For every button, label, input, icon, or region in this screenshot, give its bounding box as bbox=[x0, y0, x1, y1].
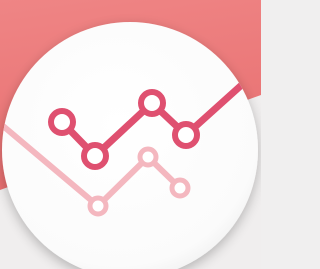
secondary-point bbox=[87, 195, 109, 217]
primary-point bbox=[48, 108, 76, 136]
secondary-point bbox=[137, 146, 159, 168]
icon-circle bbox=[2, 22, 258, 269]
primary-point bbox=[172, 121, 200, 149]
secondary-point bbox=[169, 177, 191, 199]
primary-point bbox=[81, 142, 109, 170]
icon-canvas bbox=[0, 0, 261, 269]
primary-point bbox=[138, 89, 166, 117]
line-chart-app-icon bbox=[0, 0, 261, 269]
